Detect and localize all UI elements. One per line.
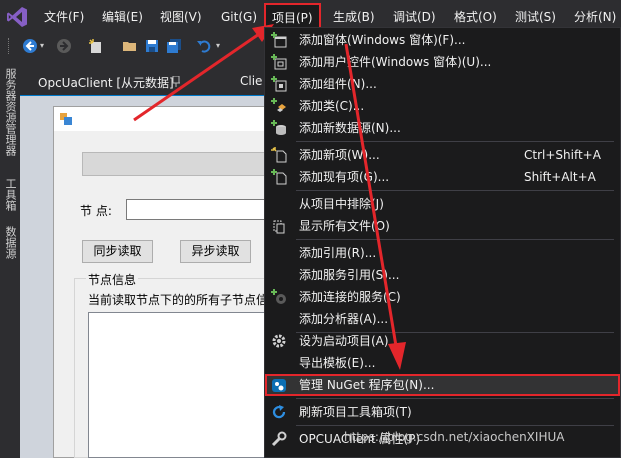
menu-debug[interactable]: 调试(D) <box>393 9 436 25</box>
annotation-arrow <box>340 40 410 375</box>
data-sources-tab[interactable]: 数据源 <box>2 226 18 259</box>
new-project-icon[interactable] <box>88 38 104 54</box>
menu-item-add-reference[interactable]: 添加引用(R)... <box>265 242 620 264</box>
gear-icon <box>271 333 287 349</box>
toolbar-grip <box>8 38 12 54</box>
connected-service-icon <box>271 289 287 305</box>
menu-item-export-template[interactable]: 导出模板(E)... <box>265 352 620 374</box>
menu-item-shortcut: Shift+Alt+A <box>524 170 596 184</box>
menu-build[interactable]: 生成(B) <box>333 9 375 25</box>
refresh-icon <box>271 404 287 420</box>
menu-item-add-new-item[interactable]: 添加新项(W)... Ctrl+Shift+A <box>265 144 620 166</box>
forward-icon[interactable] <box>56 38 72 54</box>
back-icon[interactable] <box>22 38 38 54</box>
add-data-source-icon <box>271 120 287 136</box>
menu-item-exclude-from-project[interactable]: 从项目中排除(J) <box>265 193 620 215</box>
sync-read-button[interactable]: 同步读取 <box>82 240 153 263</box>
add-form-icon <box>271 32 287 48</box>
menu-item-add-connected-service[interactable]: 添加连接的服务(C) <box>265 286 620 308</box>
menu-item-label: 管理 NuGet 程序包(N)... <box>299 378 435 392</box>
menu-item-shortcut: Ctrl+Shift+A <box>524 148 601 162</box>
node-label: 节 点: <box>80 204 112 218</box>
menu-item-show-all-files[interactable]: 显示所有文件(O) <box>265 215 620 237</box>
add-class-icon <box>271 98 287 114</box>
status-bar-control[interactable] <box>82 152 270 176</box>
menu-item-add-data-source[interactable]: 添加新数据源(N)... <box>265 117 620 139</box>
menu-analyze[interactable]: 分析(N) <box>574 9 616 25</box>
add-existing-item-icon <box>271 169 287 185</box>
menu-test[interactable]: 测试(S) <box>515 9 556 25</box>
menu-separator <box>296 425 614 426</box>
wrench-icon <box>271 431 287 447</box>
add-component-icon <box>271 76 287 92</box>
menu-item-add-class[interactable]: 添加类(C)... <box>265 95 620 117</box>
menu-item-add-component[interactable]: 添加组件(N)... <box>265 73 620 95</box>
menu-file[interactable]: 文件(F) <box>44 9 84 25</box>
menu-item-label: 刷新项目工具箱项(T) <box>299 405 412 419</box>
watermark-text: https://blog.csdn.net/xiaochenXIHUA <box>344 430 565 444</box>
form-window-icon <box>60 113 72 125</box>
node-info-description: 当前读取节点下的的所有子节点信 <box>88 293 269 307</box>
menu-separator <box>296 398 614 399</box>
node-list[interactable] <box>88 312 270 458</box>
menu-item-add-form[interactable]: 添加窗体(Windows 窗体)(F)... <box>265 29 620 51</box>
show-all-files-icon <box>271 218 287 234</box>
visual-studio-logo-icon <box>6 6 28 28</box>
nuget-icon <box>271 377 287 393</box>
add-user-control-icon <box>271 54 287 70</box>
menu-item-set-startup-project[interactable]: 设为启动项目(A) <box>265 330 620 352</box>
node-input[interactable] <box>126 199 270 220</box>
menu-item-add-analyzer[interactable]: 添加分析器(A)... <box>265 308 620 330</box>
menu-item-add-user-control[interactable]: 添加用户控件(Windows 窗体)(U)... <box>265 51 620 73</box>
toolbox-tab[interactable]: 工具箱 <box>2 178 18 211</box>
add-new-item-icon <box>271 147 287 163</box>
menu-item-add-service-reference[interactable]: 添加服务引用(S)... <box>265 264 620 286</box>
menu-item-add-existing-item[interactable]: 添加现有项(G)... Shift+Alt+A <box>265 166 620 188</box>
menu-item-manage-nuget[interactable]: 管理 NuGet 程序包(N)... <box>265 374 620 396</box>
annotation-arrow <box>130 20 280 125</box>
server-explorer-tab[interactable]: 服务器资源管理器 <box>2 68 18 156</box>
menu-item-refresh-toolbox[interactable]: 刷新项目工具箱项(T) <box>265 401 620 423</box>
async-read-button[interactable]: 异步读取 <box>180 240 251 263</box>
chevron-down-icon[interactable]: ▾ <box>40 42 46 50</box>
node-info-title: 节点信息 <box>86 271 139 288</box>
menu-format[interactable]: 格式(O) <box>454 9 497 25</box>
